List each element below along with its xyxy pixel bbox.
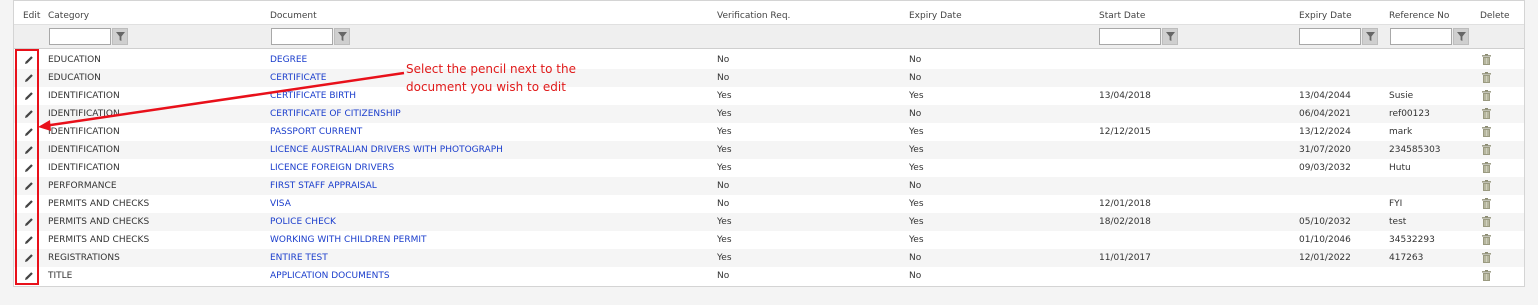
- callout-line-1: Select the pencil next to the: [406, 62, 576, 76]
- callout-arrow: [38, 71, 405, 131]
- scrollbar-gutter: [1527, 0, 1538, 305]
- instruction-callout: Select the pencil next to the document y…: [406, 60, 576, 96]
- callout-line-2: document you wish to edit: [406, 80, 566, 94]
